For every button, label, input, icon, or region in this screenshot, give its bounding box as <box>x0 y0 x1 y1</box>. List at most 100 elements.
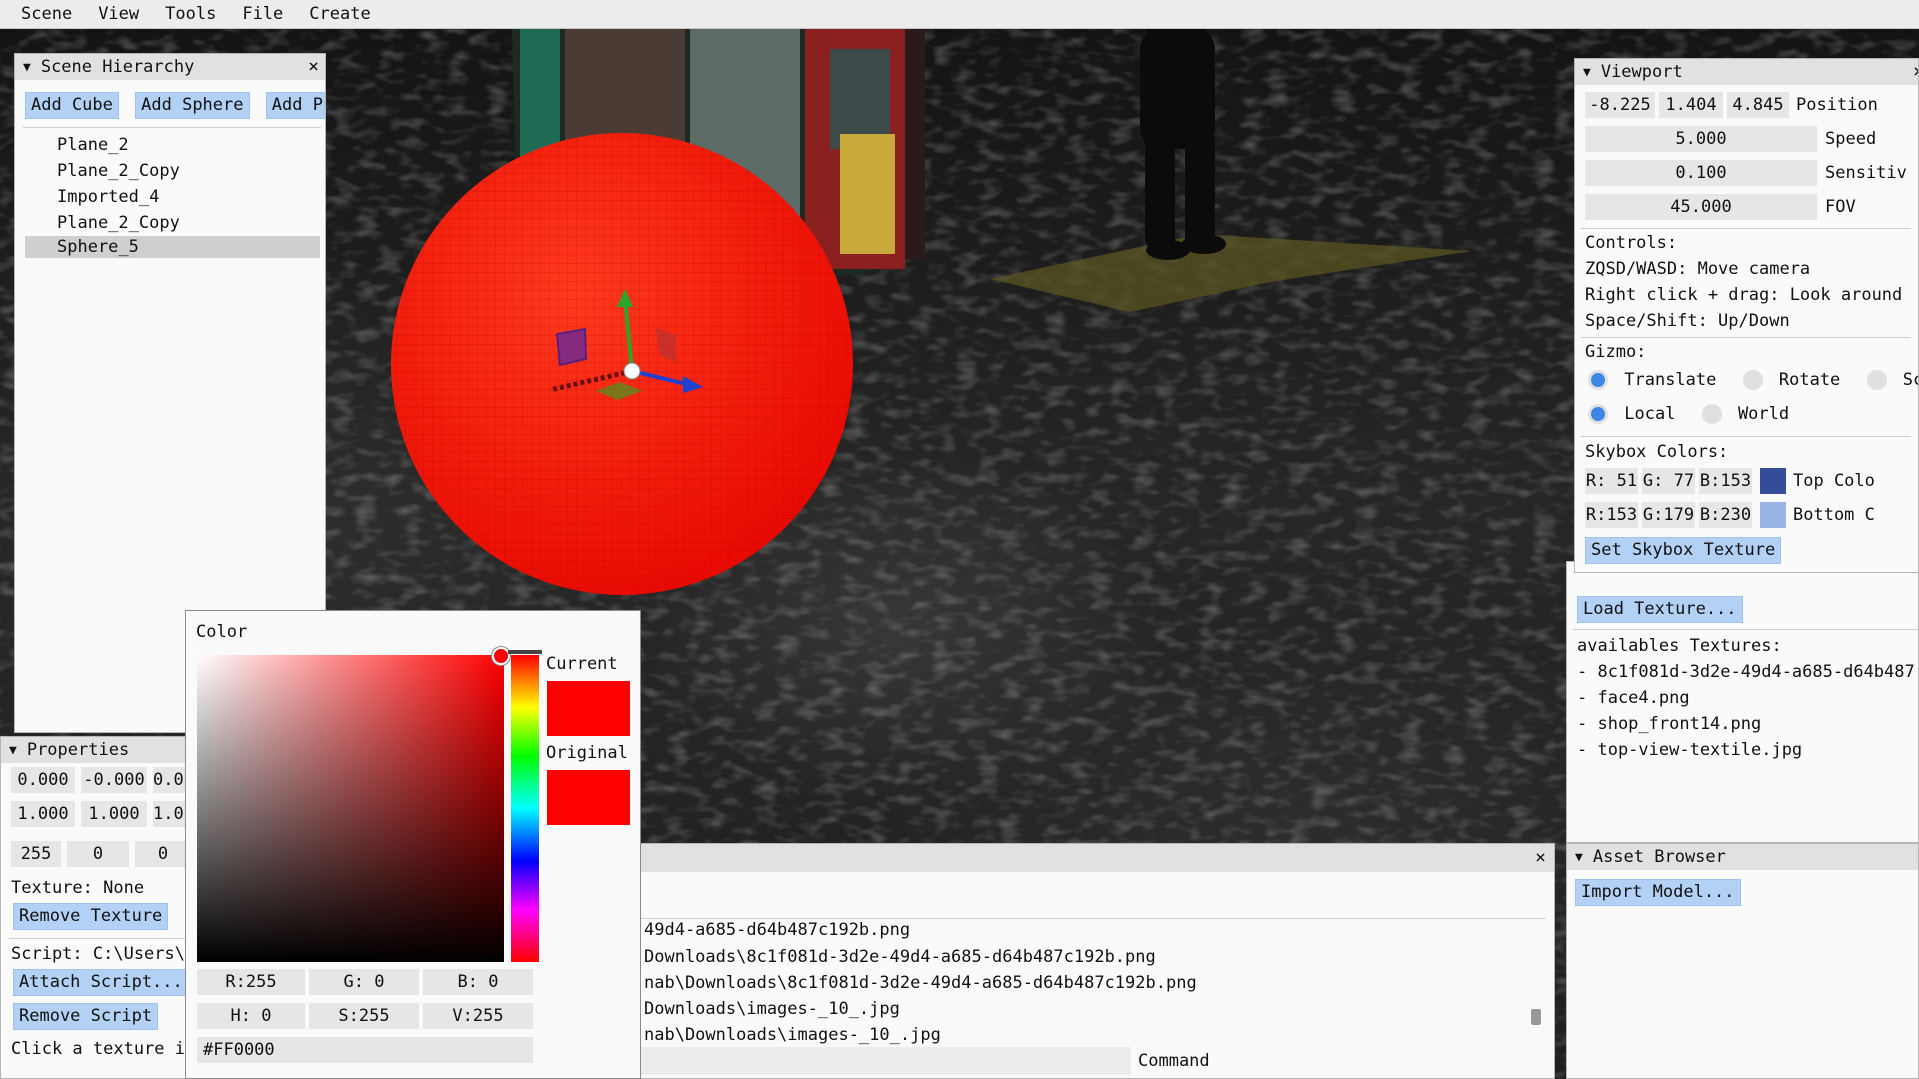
skybox-top-color-swatch[interactable] <box>1760 468 1786 494</box>
world-space-radio[interactable] <box>1701 404 1722 424</box>
skybox-top-b-field[interactable]: B:153 <box>1699 468 1752 494</box>
hue-slider[interactable] <box>511 655 539 962</box>
sphere-model[interactable] <box>391 133 853 595</box>
import-model-button[interactable]: Import Model... <box>1575 879 1741 906</box>
collapse-triangle-icon[interactable]: ▼ <box>1583 65 1591 80</box>
skybox-top-r-field[interactable]: R: 51 <box>1585 468 1638 494</box>
menu-create[interactable]: Create <box>296 0 383 29</box>
skybox-bottom-b-field[interactable]: B:230 <box>1699 502 1752 528</box>
local-space-radio[interactable] <box>1588 404 1608 424</box>
floor-plane <box>990 234 1472 312</box>
menu-tools[interactable]: Tools <box>152 0 229 29</box>
menu-file[interactable]: File <box>229 0 296 29</box>
console-line: Downloads\8c1f081d-3d2e-49d4-a685-d64b48… <box>644 947 1156 967</box>
properties-titlebar[interactable]: ▼ Properties <box>1 737 185 763</box>
remove-script-button[interactable]: Remove Script <box>13 1003 159 1030</box>
properties-title: Properties <box>26 740 130 760</box>
skybox-top-label: Top Colo <box>1793 471 1875 491</box>
hue-slider-handle[interactable] <box>508 650 542 654</box>
original-color-label: Original <box>546 743 628 763</box>
menu-view[interactable]: View <box>85 0 152 29</box>
position-y-field[interactable]: -0.000 <box>81 767 147 793</box>
load-texture-button[interactable]: Load Texture... <box>1577 596 1743 623</box>
scale-z-field[interactable]: 1.0 <box>153 801 185 827</box>
add-cube-button[interactable]: Add Cube <box>25 92 119 119</box>
scale-y-field[interactable]: 1.000 <box>81 801 147 827</box>
asset-browser-panel: ▼ Asset Browser Import Model... <box>1566 843 1919 1079</box>
fov-label: FOV <box>1825 197 1856 217</box>
viewport-title: Viewport <box>1600 62 1683 82</box>
texture-list-item[interactable]: - shop_front14.png <box>1577 712 1915 738</box>
textures-panel: Load Texture... availables Textures: - 8… <box>1566 561 1919 843</box>
camera-sensitivity-field[interactable]: 0.100 <box>1585 160 1817 186</box>
remove-texture-button[interactable]: Remove Texture <box>13 903 169 930</box>
skybox-bottom-r-field[interactable]: R:153 <box>1585 502 1638 528</box>
close-icon[interactable]: × <box>1535 844 1546 872</box>
local-space-label[interactable]: Local <box>1624 404 1675 424</box>
hierarchy-item[interactable]: Plane_2 <box>25 132 320 158</box>
close-icon[interactable]: × <box>1913 59 1918 85</box>
blue-field[interactable]: B: 0 <box>423 969 533 995</box>
camera-position-y-field[interactable]: 1.404 <box>1659 92 1723 118</box>
controls-title: Controls: <box>1585 233 1678 253</box>
speed-label: Speed <box>1825 129 1877 149</box>
scale-label[interactable]: Scal <box>1903 370 1918 390</box>
green-field[interactable]: G: 0 <box>309 969 419 995</box>
current-color-label: Current <box>546 654 618 674</box>
position-z-field[interactable]: 0.0 <box>153 767 185 793</box>
translate-radio[interactable] <box>1588 370 1608 390</box>
character-model <box>1140 29 1226 260</box>
rotate-radio[interactable] <box>1742 370 1763 390</box>
set-skybox-texture-button[interactable]: Set Skybox Texture <box>1585 537 1782 564</box>
scale-radio[interactable] <box>1866 370 1887 390</box>
texture-list-item[interactable]: - 8c1f081d-3d2e-49d4-a685-d64b487 <box>1577 660 1915 686</box>
position-x-field[interactable]: 0.000 <box>11 767 75 793</box>
camera-position-x-field[interactable]: -8.225 <box>1585 92 1655 118</box>
add-plane-button[interactable]: Add P <box>265 92 325 119</box>
close-icon[interactable]: × <box>308 54 319 80</box>
add-sphere-button[interactable]: Add Sphere <box>135 92 250 119</box>
hex-field[interactable]: #FF0000 <box>197 1037 533 1063</box>
skybox-bottom-g-field[interactable]: G:179 <box>1642 502 1695 528</box>
skybox-bottom-color-swatch[interactable] <box>1760 502 1786 528</box>
hierarchy-item-selected[interactable]: Sphere_5 <box>25 236 320 258</box>
texture-list-item[interactable]: - top-view-textile.jpg <box>1577 738 1915 764</box>
color-g-field[interactable]: 0 <box>67 841 129 867</box>
attach-script-button[interactable]: Attach Script... <box>13 969 185 996</box>
hue-field[interactable]: H: 0 <box>197 1003 305 1029</box>
rotate-label[interactable]: Rotate <box>1779 370 1840 390</box>
collapse-triangle-icon[interactable]: ▼ <box>1575 850 1583 865</box>
menu-scene[interactable]: Scene <box>8 0 85 29</box>
skybox-top-g-field[interactable]: G: 77 <box>1642 468 1695 494</box>
collapse-triangle-icon[interactable]: ▼ <box>9 743 17 758</box>
saturation-field[interactable]: S:255 <box>309 1003 419 1029</box>
camera-fov-field[interactable]: 45.000 <box>1585 194 1817 220</box>
skybox-bottom-label: Bottom C <box>1793 505 1875 525</box>
console-titlebar[interactable]: × <box>601 844 1554 872</box>
hierarchy-item[interactable]: Imported_4 <box>25 184 320 210</box>
viewport-titlebar[interactable]: ▼ Viewport × <box>1575 59 1918 85</box>
world-space-label[interactable]: World <box>1738 404 1789 424</box>
asset-browser-titlebar[interactable]: ▼ Asset Browser <box>1567 844 1918 870</box>
console-scrollbar-thumb[interactable] <box>1531 1009 1541 1025</box>
texture-hint-text: Click a texture i <box>11 1039 185 1059</box>
camera-speed-field[interactable]: 5.000 <box>1585 126 1817 152</box>
collapse-triangle-icon[interactable]: ▼ <box>23 60 31 75</box>
camera-position-z-field[interactable]: 4.845 <box>1727 92 1789 118</box>
properties-panel: ▼ Properties 0.000 -0.000 0.0 1.000 1.00… <box>0 736 186 1079</box>
controls-line: Right click + drag: Look around <box>1585 285 1903 305</box>
command-input[interactable] <box>641 1047 1131 1075</box>
original-color-swatch[interactable] <box>547 770 630 825</box>
console-line: Downloads\images-_10_.jpg <box>644 999 900 1019</box>
hierarchy-item[interactable]: Plane_2_Copy <box>25 158 320 184</box>
scale-x-field[interactable]: 1.000 <box>11 801 75 827</box>
red-field[interactable]: R:255 <box>197 969 305 995</box>
texture-list-item[interactable]: - face4.png <box>1577 686 1915 712</box>
saturation-value-square[interactable] <box>197 655 504 962</box>
scene-hierarchy-titlebar[interactable]: ▼ Scene Hierarchy × <box>15 54 325 80</box>
color-r-field[interactable]: 255 <box>11 841 61 867</box>
translate-label[interactable]: Translate <box>1624 370 1716 390</box>
hierarchy-item[interactable]: Plane_2_Copy <box>25 210 320 236</box>
value-field[interactable]: V:255 <box>423 1003 533 1029</box>
color-b-field[interactable]: 0 <box>135 841 185 867</box>
